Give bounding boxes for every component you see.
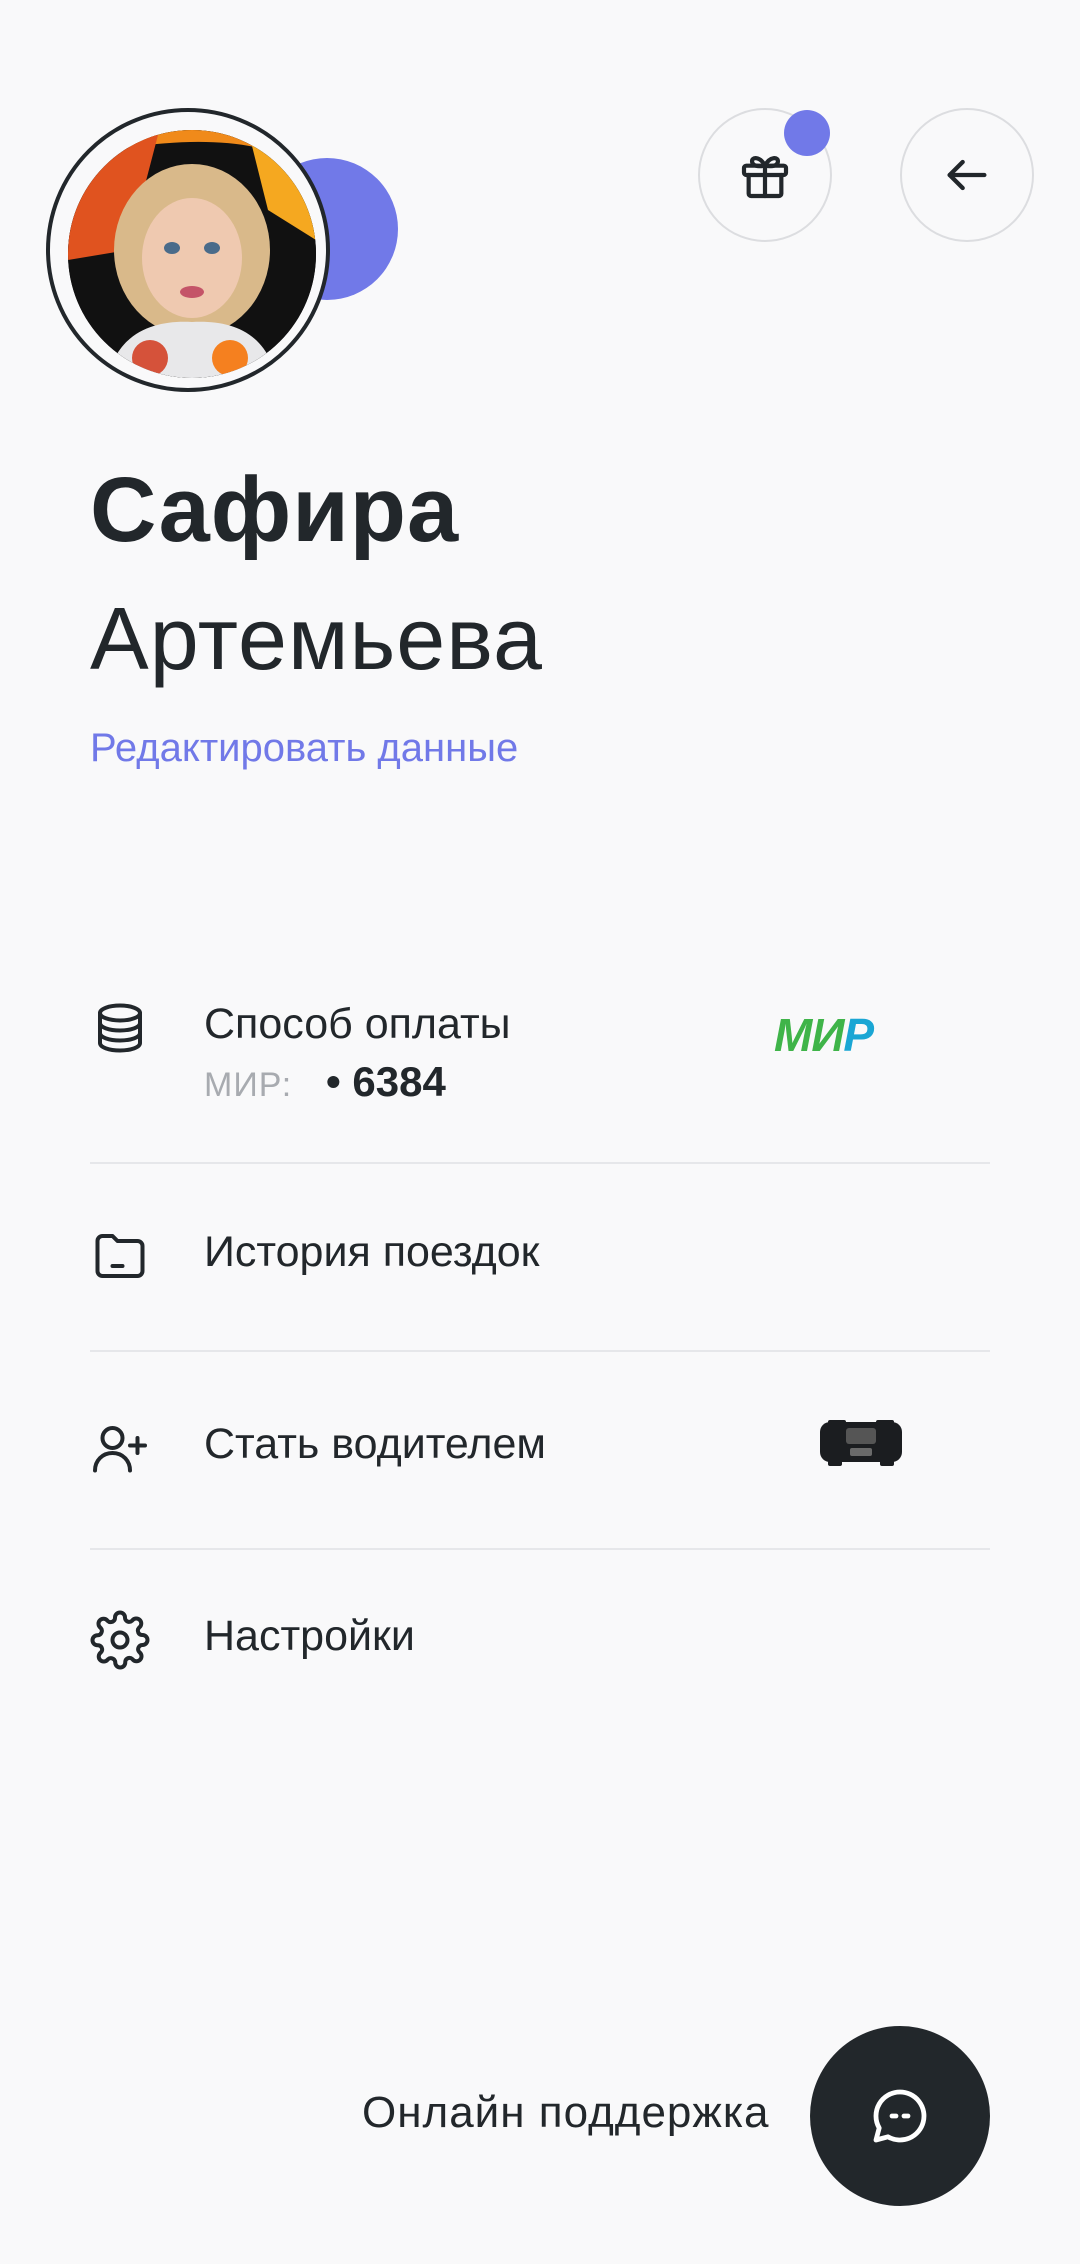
menu-item-settings[interactable]: Настройки [90,1610,990,1680]
card-type-label: МИР: [204,1066,293,1104]
back-button[interactable] [900,108,1034,242]
profile-first-name: Сафира [90,459,460,561]
become-driver-label: Стать водителем [204,1420,546,1468]
arrow-left-icon [947,159,987,191]
trip-history-label: История поездок [204,1228,540,1276]
add-user-icon [93,1426,147,1473]
gift-notification-badge [784,110,830,156]
profile-last-name: Артемьева [90,589,543,688]
divider [90,1548,990,1550]
payment-label: Способ оплаты [204,1000,511,1048]
mir-logo: МИР [774,1009,874,1061]
online-support-label[interactable]: Онлайн поддержка [362,2088,770,2138]
menu-item-become-driver[interactable]: Стать водителем [90,1418,990,1488]
divider [90,1162,990,1164]
avatar-photo-icon [68,130,316,378]
gear-icon [90,1610,150,1670]
edit-profile-link[interactable]: Редактировать данные [90,726,518,771]
online-support-button[interactable] [810,2026,990,2206]
menu-item-payment[interactable]: Способ оплаты МИР: • 6384 МИР [90,996,990,1116]
divider [90,1350,990,1352]
settings-label: Настройки [204,1612,415,1660]
gift-icon [741,156,789,199]
avatar[interactable] [68,130,316,378]
menu-item-trip-history[interactable]: История поездок [90,1226,990,1296]
coins-icon [98,1003,142,1053]
car-icon [820,1420,902,1466]
card-number: • 6384 [326,1058,446,1105]
folder-icon [95,1234,145,1278]
chat-icon [873,2089,927,2143]
